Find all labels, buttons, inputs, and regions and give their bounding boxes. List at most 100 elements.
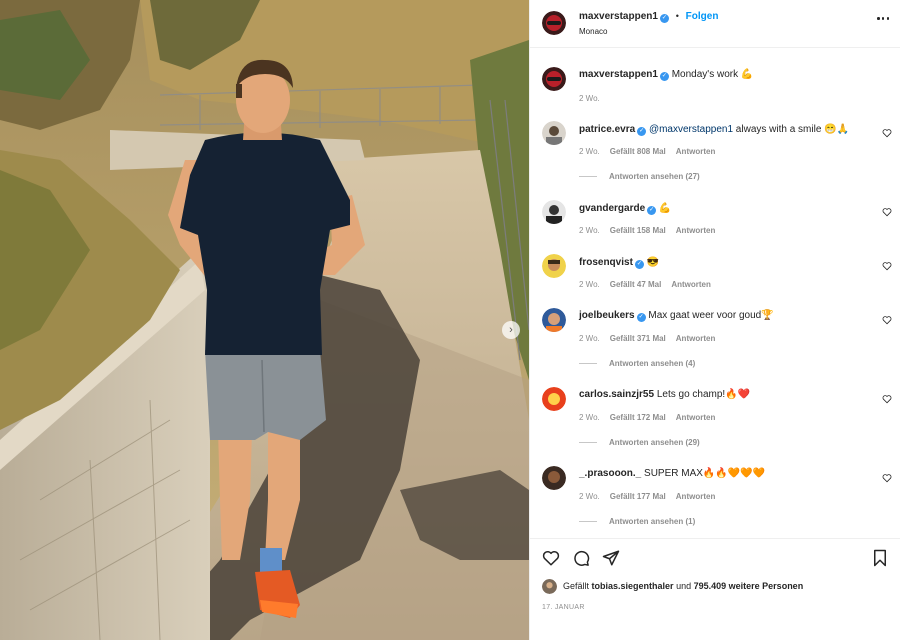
profile-photo-icon <box>542 387 566 411</box>
comment-age: 2 Wo. <box>579 492 600 501</box>
likes-count-link[interactable]: 795.409 weitere Personen <box>694 581 804 591</box>
comment-age: 2 Wo. <box>579 280 600 289</box>
location-link[interactable]: Monaco <box>579 27 607 36</box>
verified-badge-icon: ✓ <box>637 127 647 136</box>
comment-text: 😎 <box>646 257 660 268</box>
comment-username[interactable]: gvandergarde <box>579 203 645 214</box>
comment-meta: 2 Wo. Gefällt 172 Mal Antworten <box>579 413 715 422</box>
helmet-avatar-icon <box>542 67 566 91</box>
view-replies-button[interactable]: Antworten ansehen (29) <box>579 438 700 447</box>
comment-text: 💪 <box>658 203 672 214</box>
verified-badge-icon: ✓ <box>634 260 644 269</box>
comment-like-count[interactable]: Gefällt 47 Mal <box>610 280 662 289</box>
comment-username[interactable]: patrice.evra <box>579 124 635 135</box>
comment-text: SUPER MAX🔥🔥🧡🧡🧡 <box>644 468 766 479</box>
post-actions: Gefällt tobias.siegenthaler und 795.409 … <box>530 538 900 640</box>
comment-like-count[interactable]: Gefällt 808 Mal <box>610 147 666 156</box>
comment-avatar[interactable] <box>542 121 566 145</box>
comment-like-count[interactable]: Gefällt 177 Mal <box>610 492 666 501</box>
comment-meta: 2 Wo. Gefällt 47 Mal Antworten <box>579 280 711 289</box>
profile-photo-icon <box>542 579 557 594</box>
comment-reply-button[interactable]: Antworten <box>676 492 716 501</box>
comment-avatar[interactable] <box>542 308 566 332</box>
carousel-next-button[interactable]: › <box>502 321 520 339</box>
comment-like-heart-icon[interactable] <box>882 128 892 138</box>
caption-username[interactable]: maxverstappen1 <box>579 69 658 80</box>
comment-like-heart-icon[interactable] <box>882 394 892 404</box>
comment-meta: 2 Wo. Gefällt 808 Mal Antworten <box>579 147 715 156</box>
instagram-post: › maxverstappen1 ✓ • Folgen Monaco maxve… <box>0 0 900 640</box>
comment-mention[interactable]: @maxverstappen1 <box>649 124 733 135</box>
comment-reply-button[interactable]: Antworten <box>671 280 711 289</box>
caption-age: 2 Wo. <box>579 94 600 103</box>
caption: maxverstappen1 ✓ Monday's work 💪 <box>579 69 753 81</box>
view-replies-button[interactable]: Antworten ansehen (27) <box>579 172 700 181</box>
comment-text: Lets go champ!🔥❤️ <box>656 389 751 400</box>
caption-text: Monday's work 💪 <box>671 69 754 80</box>
comment-like-heart-icon[interactable] <box>882 261 892 271</box>
comment-avatar[interactable] <box>542 200 566 224</box>
bookmark-icon[interactable] <box>871 549 889 567</box>
verified-badge-icon: ✓ <box>647 206 657 215</box>
more-options-icon[interactable] <box>877 17 889 21</box>
verified-badge-icon: ✓ <box>659 72 669 81</box>
view-replies-button[interactable]: Antworten ansehen (1) <box>579 517 695 526</box>
comment-like-heart-icon[interactable] <box>882 207 892 217</box>
comment-meta: 2 Wo. Gefällt 371 Mal Antworten <box>579 334 715 343</box>
post-header: maxverstappen1 ✓ • Folgen Monaco <box>530 0 900 48</box>
author-username[interactable]: maxverstappen1 <box>579 11 658 22</box>
chevron-right-icon: › <box>509 323 513 336</box>
view-replies-button[interactable]: Antworten ansehen (4) <box>579 359 695 368</box>
comment-avatar[interactable] <box>542 387 566 411</box>
comment-avatar[interactable] <box>542 466 566 490</box>
comment-age: 2 Wo. <box>579 334 600 343</box>
caption-avatar[interactable] <box>542 67 566 91</box>
comment-avatar[interactable] <box>542 254 566 278</box>
profile-photo-icon <box>542 254 566 278</box>
comment-like-count[interactable]: Gefällt 172 Mal <box>610 413 666 422</box>
comment-username[interactable]: frosenqvist <box>579 257 633 268</box>
post-photo[interactable]: › <box>0 0 529 640</box>
comment-like-heart-icon[interactable] <box>882 473 892 483</box>
post-date: 17. JANUAR <box>542 604 585 611</box>
helmet-avatar-icon <box>542 11 566 35</box>
author-avatar[interactable] <box>542 11 566 35</box>
paper-plane-icon[interactable] <box>602 549 620 567</box>
comment-meta: 2 Wo. Gefällt 158 Mal Antworten <box>579 226 715 235</box>
verified-badge-icon: ✓ <box>659 14 669 23</box>
comment-age: 2 Wo. <box>579 413 600 422</box>
comment-body: patrice.evra ✓ @maxverstappen1 always wit… <box>579 124 849 136</box>
liker-avatar[interactable] <box>542 579 557 594</box>
likes-summary: Gefällt tobias.siegenthaler und 795.409 … <box>563 581 804 591</box>
liker-username[interactable]: tobias.siegenthaler <box>592 581 674 591</box>
verified-badge-icon: ✓ <box>636 313 646 322</box>
profile-photo-icon <box>542 200 566 224</box>
comment-reply-button[interactable]: Antworten <box>676 334 716 343</box>
comment-body: _.prasooon._ SUPER MAX🔥🔥🧡🧡🧡 <box>579 468 765 479</box>
comment-reply-button[interactable]: Antworten <box>676 147 716 156</box>
comment-body: carlos.sainzjr55 Lets go champ!🔥❤️ <box>579 389 750 400</box>
comment-age: 2 Wo. <box>579 226 600 235</box>
comment-body: joelbeukers ✓ Max gaat weer voor goud🏆 <box>579 310 774 322</box>
comment-text: always with a smile 😁🙏 <box>733 124 850 135</box>
comment-text: Max gaat weer voor goud🏆 <box>648 310 774 321</box>
comment-reply-button[interactable]: Antworten <box>676 226 716 235</box>
runner-photo <box>0 0 529 640</box>
comment-reply-button[interactable]: Antworten <box>676 413 716 422</box>
comment-like-count[interactable]: Gefällt 371 Mal <box>610 334 666 343</box>
profile-photo-icon <box>542 121 566 145</box>
comment-age: 2 Wo. <box>579 147 600 156</box>
comment-username[interactable]: _.prasooon._ <box>579 468 641 479</box>
comment-username[interactable]: joelbeukers <box>579 310 635 321</box>
comment-body: gvandergarde ✓ 💪 <box>579 203 671 215</box>
profile-photo-icon <box>542 466 566 490</box>
comment-username[interactable]: carlos.sainzjr55 <box>579 389 654 400</box>
comment-body: frosenqvist ✓ 😎 <box>579 257 659 269</box>
comment-like-count[interactable]: Gefällt 158 Mal <box>610 226 666 235</box>
comment-icon[interactable] <box>572 549 590 567</box>
follow-button[interactable]: Folgen <box>686 11 719 22</box>
comment-meta: 2 Wo. Gefällt 177 Mal Antworten <box>579 492 715 501</box>
heart-icon[interactable] <box>542 549 560 567</box>
profile-photo-icon <box>542 308 566 332</box>
comment-like-heart-icon[interactable] <box>882 315 892 325</box>
